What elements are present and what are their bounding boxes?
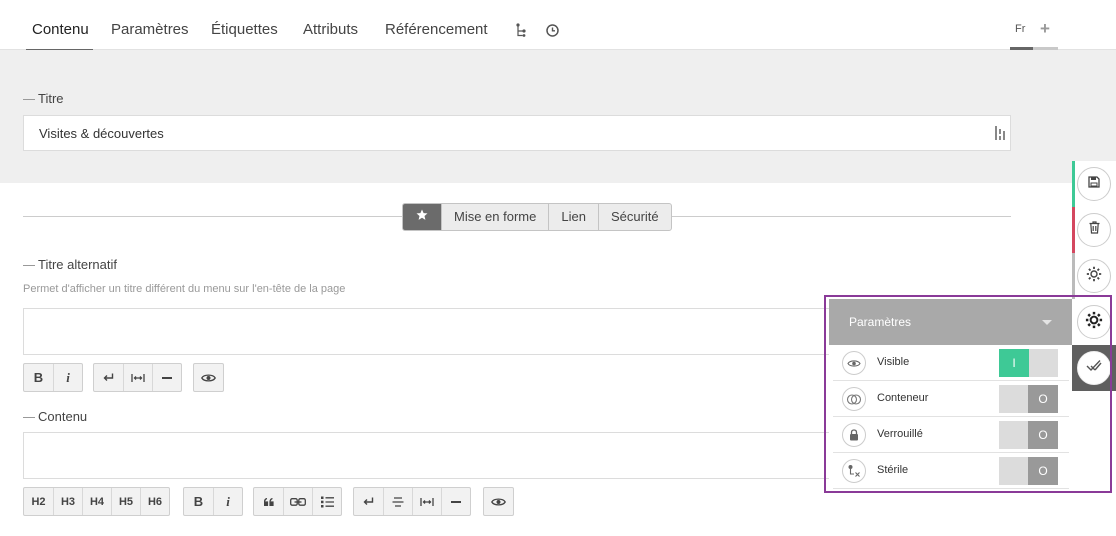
content-mode-segments: Mise en forme Lien Sécurité bbox=[402, 203, 672, 231]
tree-icon[interactable] bbox=[513, 22, 529, 38]
heading-group: H2 H3 H4 H5 H6 bbox=[23, 487, 170, 516]
eye-icon[interactable] bbox=[194, 364, 223, 391]
visible-toggle[interactable]: I bbox=[999, 349, 1058, 377]
save-accent bbox=[1072, 161, 1075, 207]
tab-attributs[interactable]: Attributs bbox=[303, 0, 358, 50]
setting-row-verrouille: Verrouillé O bbox=[833, 417, 1069, 453]
star-icon bbox=[416, 204, 428, 230]
setting-row-sterile: Stérile O bbox=[833, 453, 1069, 489]
bullet-list-icon[interactable] bbox=[312, 488, 341, 515]
verrouille-toggle[interactable]: O bbox=[999, 421, 1058, 449]
toggle-state: I bbox=[999, 349, 1029, 377]
eye-icon[interactable] bbox=[484, 488, 513, 515]
heading-h6-button[interactable]: H6 bbox=[140, 488, 169, 515]
segment-mise-en-forme[interactable]: Mise en forme bbox=[441, 204, 548, 230]
setting-row-visible: Visible I bbox=[833, 345, 1069, 381]
heading-h4-button[interactable]: H4 bbox=[82, 488, 111, 515]
advanced-settings-button[interactable] bbox=[1072, 253, 1116, 299]
segment-favorite[interactable] bbox=[403, 204, 441, 230]
setting-label: Stérile bbox=[877, 464, 909, 476]
delete-button[interactable] bbox=[1072, 207, 1116, 253]
eye-icon bbox=[842, 351, 866, 375]
sterile-icon bbox=[842, 459, 866, 483]
nbsp-icon[interactable] bbox=[412, 488, 441, 515]
content-insert-group bbox=[353, 487, 471, 516]
alt-title-input[interactable] bbox=[23, 308, 833, 355]
line-break-icon[interactable] bbox=[354, 488, 383, 515]
gear-icon bbox=[1086, 266, 1102, 287]
alt-title-insert-group bbox=[93, 363, 182, 392]
container-icon bbox=[842, 387, 866, 411]
settings-accent bbox=[1072, 253, 1075, 299]
heading-h5-button[interactable]: H5 bbox=[111, 488, 140, 515]
language-switcher: Fr + bbox=[1010, 0, 1058, 50]
title-input[interactable]: Visites & découvertes bbox=[23, 115, 1011, 151]
trash-icon bbox=[1089, 221, 1100, 239]
hr-icon[interactable] bbox=[152, 364, 181, 391]
link-icon[interactable] bbox=[283, 488, 312, 515]
strikethrough-icon[interactable] bbox=[383, 488, 412, 515]
lock-icon bbox=[842, 423, 866, 447]
save-button[interactable] bbox=[1072, 161, 1116, 207]
segment-lien[interactable]: Lien bbox=[548, 204, 598, 230]
tab-parametres[interactable]: Paramètres bbox=[111, 0, 189, 50]
title-label: Titre bbox=[23, 91, 64, 106]
tab-contenu[interactable]: Contenu bbox=[26, 0, 93, 52]
content-format-group: B i bbox=[183, 487, 243, 516]
title-value: Visites & découvertes bbox=[39, 126, 164, 141]
content-preview-group bbox=[483, 487, 514, 516]
heading-h2-button[interactable]: H2 bbox=[24, 488, 53, 515]
content-block-group bbox=[253, 487, 342, 516]
top-tab-bar: Contenu Paramètres Étiquettes Attributs … bbox=[0, 0, 1116, 52]
alt-title-label: Titre alternatif bbox=[23, 257, 117, 272]
alt-title-preview-group bbox=[193, 363, 224, 392]
bold-button[interactable]: B bbox=[24, 364, 53, 391]
title-section: Titre Visites & découvertes bbox=[0, 50, 1116, 183]
italic-button[interactable]: i bbox=[213, 488, 242, 515]
content-label: Contenu bbox=[23, 409, 87, 424]
segment-securite[interactable]: Sécurité bbox=[597, 204, 671, 230]
setting-label: Verrouillé bbox=[877, 428, 923, 440]
setting-row-conteneur: Conteneur O bbox=[833, 381, 1069, 417]
alt-title-format-group: B i bbox=[23, 363, 83, 392]
settings-panel-title: Paramètres bbox=[849, 315, 912, 329]
italic-button[interactable]: i bbox=[53, 364, 82, 391]
toggle-state: O bbox=[1028, 385, 1058, 413]
quote-icon[interactable] bbox=[254, 488, 283, 515]
hr-icon[interactable] bbox=[441, 488, 470, 515]
tab-referencement[interactable]: Référencement bbox=[385, 0, 488, 50]
nbsp-icon[interactable] bbox=[123, 364, 152, 391]
language-current[interactable]: Fr bbox=[1015, 23, 1025, 35]
save-icon bbox=[1088, 175, 1100, 193]
toggle-state: O bbox=[1028, 421, 1058, 449]
delete-accent bbox=[1072, 207, 1075, 253]
sterile-toggle[interactable]: O bbox=[999, 457, 1058, 485]
bold-button[interactable]: B bbox=[184, 488, 213, 515]
add-language-button[interactable]: + bbox=[1040, 19, 1050, 39]
heading-h3-button[interactable]: H3 bbox=[53, 488, 82, 515]
clock-icon[interactable] bbox=[544, 22, 560, 38]
conteneur-toggle[interactable]: O bbox=[999, 385, 1058, 413]
content-input[interactable] bbox=[23, 432, 833, 479]
settings-panel: Paramètres Visible I Conteneur O Verroui… bbox=[829, 299, 1072, 489]
toggle-state: O bbox=[1028, 457, 1058, 485]
chevron-down-icon bbox=[1042, 320, 1052, 325]
text-length-icon bbox=[994, 125, 1006, 146]
line-break-icon[interactable] bbox=[94, 364, 123, 391]
settings-panel-header[interactable]: Paramètres bbox=[829, 299, 1072, 345]
alt-title-help: Permet d'afficher un titre différent du … bbox=[23, 283, 346, 295]
setting-label: Conteneur bbox=[877, 392, 929, 404]
tab-etiquettes[interactable]: Étiquettes bbox=[211, 0, 278, 50]
setting-label: Visible bbox=[877, 356, 910, 368]
